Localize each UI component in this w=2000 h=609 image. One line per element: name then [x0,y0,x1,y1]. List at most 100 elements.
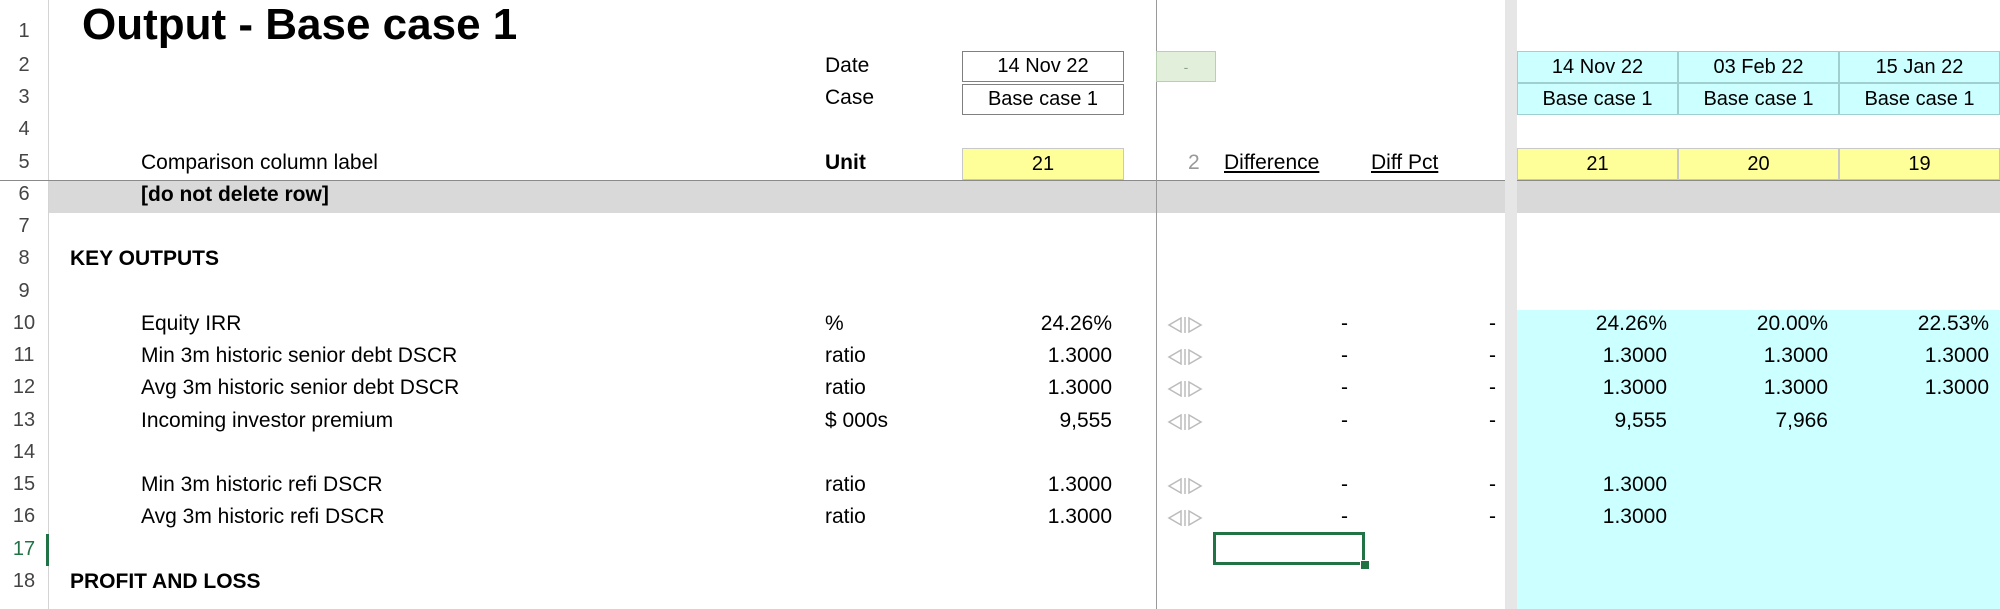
header-separator-line [0,180,2000,181]
row-header-border [48,0,49,609]
comparison-value[interactable]: 1.3000 [1925,376,1989,400]
row-number[interactable]: 2 [0,54,48,77]
row-number[interactable]: 16 [0,505,48,528]
comparison-value[interactable]: 24.26% [1596,312,1667,336]
row-difference[interactable]: - [1341,473,1348,497]
status-flag-cell[interactable]: - [1156,51,1216,82]
comparison-date-cell[interactable]: 15 Jan 22 [1839,51,2000,83]
row-number[interactable]: 13 [0,409,48,432]
column-counter: 2 [1188,151,1200,174]
row-label: Min 3m historic refi DSCR [141,473,383,496]
row-value[interactable]: 1.3000 [1048,473,1112,497]
row-diff-pct[interactable]: - [1489,344,1496,368]
row-number[interactable]: 14 [0,441,48,464]
comparison-label-cell[interactable]: 19 [1839,148,2000,180]
row-value[interactable]: 24.26% [1041,312,1112,336]
row-label: Incoming investor premium [141,409,394,432]
row-diff-pct[interactable]: - [1489,376,1496,400]
row-number[interactable]: 18 [0,570,48,593]
row-difference[interactable]: - [1341,505,1348,529]
date-label: Date [825,54,870,77]
section-profit-and-loss: PROFIT AND LOSS [70,570,261,593]
row-number[interactable]: 4 [0,118,48,141]
do-not-delete-label: [do not delete row] [141,183,329,206]
row-number[interactable]: 6 [0,183,48,206]
switch-arrows-icon [1166,315,1206,335]
comparison-case-cell[interactable]: Base case 1 [1839,83,2000,115]
comparison-case-cell[interactable]: Base case 1 [1517,83,1678,115]
comparison-value[interactable]: 22.53% [1918,312,1989,336]
comparison-value[interactable]: 1.3000 [1603,505,1667,529]
difference-header: Difference [1224,151,1320,174]
row-number[interactable]: 11 [0,344,48,367]
row-diff-pct[interactable]: - [1489,312,1496,336]
row-number[interactable]: 1 [0,20,48,43]
row-label: Min 3m historic senior debt DSCR [141,344,458,367]
row-value[interactable]: 1.3000 [1048,376,1112,400]
row-difference[interactable]: - [1341,344,1348,368]
comparison-value[interactable]: 7,966 [1775,409,1828,433]
comparison-label-cell[interactable]: 21 [1517,148,1678,180]
column-gap-band [1505,0,1517,609]
case-label: Case [825,86,875,109]
row-unit: ratio [825,505,866,528]
row-value[interactable]: 1.3000 [1048,505,1112,529]
comparison-value[interactable]: 1.3000 [1603,473,1667,497]
row-value[interactable]: 9,555 [1059,409,1112,433]
section-key-outputs: KEY OUTPUTS [70,247,219,270]
row-unit: ratio [825,344,866,367]
row-diff-pct[interactable]: - [1489,505,1496,529]
row-label: Avg 3m historic refi DSCR [141,505,385,528]
case-value-cell[interactable]: Base case 1 [962,84,1124,115]
comparison-value[interactable]: 20.00% [1757,312,1828,336]
comparison-value[interactable]: 9,555 [1614,409,1667,433]
active-cell-selection[interactable] [1213,532,1365,565]
comparison-value[interactable]: 1.3000 [1764,376,1828,400]
row-number[interactable]: 7 [0,215,48,238]
do-not-delete-row-band [49,180,2000,213]
row-number[interactable]: 10 [0,312,48,335]
row-diff-pct[interactable]: - [1489,409,1496,433]
comparison-value[interactable]: 1.3000 [1925,344,1989,368]
row-unit: ratio [825,473,866,496]
row-difference[interactable]: - [1341,409,1348,433]
row-difference[interactable]: - [1341,312,1348,336]
comparison-column-label: Comparison column label [141,151,378,174]
sheet-title: Output - Base case 1 [82,0,518,49]
switch-arrows-icon [1166,508,1206,528]
row-header-column: 1 2 3 4 5 6 7 8 9 10 11 12 13 14 15 16 1… [0,0,48,609]
row-number[interactable]: 3 [0,86,48,109]
switch-arrows-icon [1166,412,1206,432]
comparison-value[interactable]: 1.3000 [1764,344,1828,368]
date-value-cell[interactable]: 14 Nov 22 [962,51,1124,82]
comparison-case-cell[interactable]: Base case 1 [1678,83,1839,115]
switch-arrows-icon [1166,379,1206,399]
diff-pct-header: Diff Pct [1371,151,1439,174]
row-diff-pct[interactable]: - [1489,473,1496,497]
fill-handle[interactable] [1360,560,1370,570]
row-number-active[interactable]: 17 [0,538,48,561]
row-number[interactable]: 12 [0,376,48,399]
switch-arrows-icon [1166,347,1206,367]
comparison-value[interactable]: 1.3000 [1603,344,1667,368]
comparison-value[interactable]: 1.3000 [1603,376,1667,400]
row-number[interactable]: 15 [0,473,48,496]
row-number[interactable]: 9 [0,280,48,303]
row-number[interactable]: 8 [0,247,48,270]
row-unit: ratio [825,376,866,399]
comparison-input-cell[interactable]: 21 [962,148,1124,180]
comparison-date-cell[interactable]: 03 Feb 22 [1678,51,1839,83]
row-label: Avg 3m historic senior debt DSCR [141,376,460,399]
row-unit: $ 000s [825,409,889,432]
row-label: Equity IRR [141,312,242,335]
active-row-indicator [46,534,49,566]
row-difference[interactable]: - [1341,376,1348,400]
comparison-date-cell[interactable]: 14 Nov 22 [1517,51,1678,83]
column-separator-line [1156,0,1157,609]
row-number[interactable]: 5 [0,151,48,174]
unit-header: Unit [825,151,866,174]
comparison-label-cell[interactable]: 20 [1678,148,1839,180]
row-unit: % [825,312,844,335]
row-value[interactable]: 1.3000 [1048,344,1112,368]
switch-arrows-icon [1166,476,1206,496]
